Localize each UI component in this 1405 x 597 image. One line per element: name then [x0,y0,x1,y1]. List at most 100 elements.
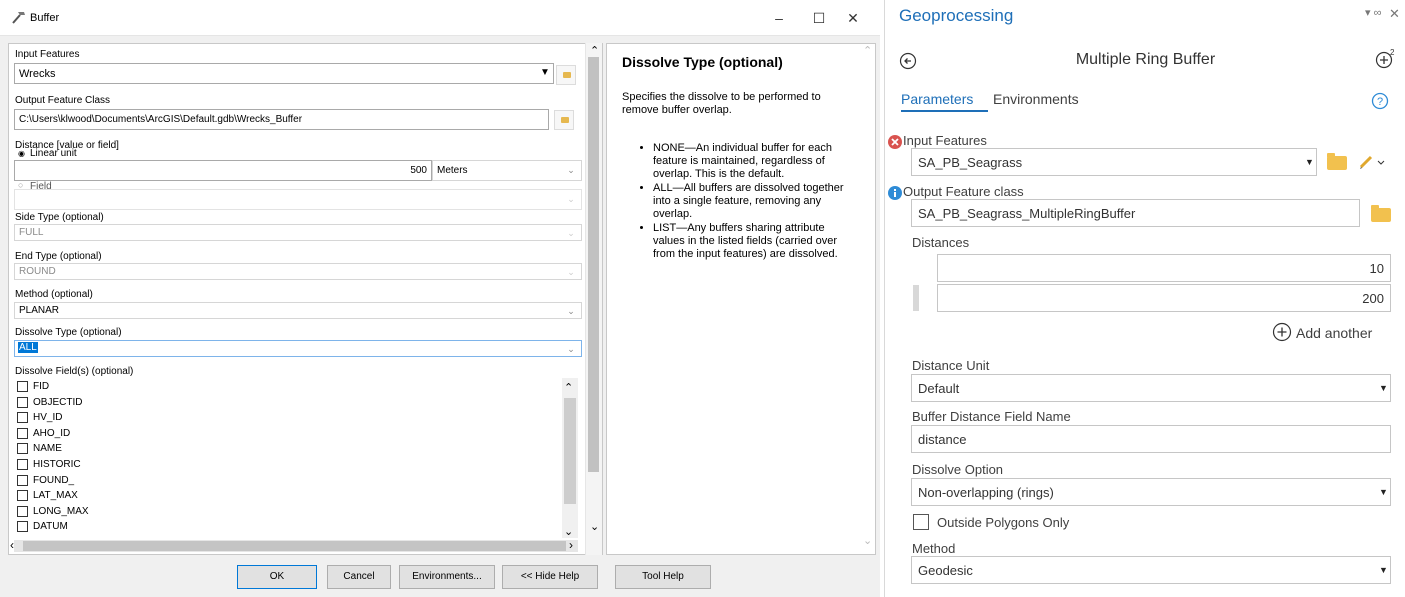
buffer-distance-field-label: Buffer Distance Field Name [912,409,1071,424]
add-tool-icon[interactable]: 2 [1374,48,1396,70]
tab-environments[interactable]: Environments [993,91,1079,107]
side-type-label: Side Type (optional) [15,212,104,223]
radio-selected-icon[interactable]: ◉ [18,149,25,158]
distances-label: Distances [912,235,970,250]
help-title: Dissolve Type (optional) [622,54,783,70]
svg-text:?: ? [1377,96,1383,108]
cancel-button[interactable]: Cancel [327,565,391,589]
distance-unit-label: Distance Unit [912,358,990,373]
pane-title: Geoprocessing [899,6,1014,25]
chevron-down-icon: ⌄ [567,267,575,277]
chevron-down-icon[interactable]: ▼ [1379,487,1388,497]
buffer-dialog: Buffer – ☐ ✕ Input Features Wrecks ▼ Out… [0,0,880,597]
folder-browse-icon[interactable] [554,110,574,130]
method-label: Method (optional) [15,289,93,300]
chevron-down-icon[interactable]: ⌄ [564,163,578,177]
side-type-select[interactable]: FULL [14,224,582,241]
scroll-up-icon[interactable]: ⌃ [590,44,599,57]
scroll-left-icon[interactable]: ‹ [10,538,14,552]
chevron-down-icon[interactable]: ⌄ [564,342,578,356]
dissolve-field-label: HISTORIC [33,459,81,470]
help-icon[interactable]: ? [1371,92,1389,110]
input-features-select[interactable]: Wrecks [14,63,554,84]
scroll-up-icon[interactable]: ⌃ [564,381,573,394]
drag-handle[interactable] [913,285,919,311]
distance-value-input[interactable]: 10 [937,254,1391,282]
chevron-down-icon[interactable]: ▼ [538,66,552,80]
output-feature-class-input[interactable]: SA_PB_Seagrass_MultipleRingBuffer [911,199,1360,227]
distance-unit-select[interactable]: Default [911,374,1391,402]
tool-help-button[interactable]: Tool Help [615,565,711,589]
end-type-label: End Type (optional) [15,251,102,262]
dissolve-type-select[interactable]: ALL [14,340,582,357]
dissolve-type-label: Dissolve Type (optional) [15,327,122,338]
chevron-down-icon[interactable]: ▼ [1305,157,1314,167]
add-icon[interactable] [1272,322,1292,342]
close-button[interactable]: ✕ [838,6,868,30]
dissolve-field-label: AHO_ID [33,427,71,439]
method-label: Method [912,541,956,556]
dissolve-option-select[interactable]: Non-overlapping (rings) [911,478,1391,506]
chevron-down-icon[interactable]: ▼ [1379,565,1388,575]
outside-polygons-label: Outside Polygons Only [937,515,1070,530]
method-select[interactable]: Geodesic [911,556,1391,584]
distance-value-input[interactable]: 200 [937,284,1391,312]
selected-value: ALL [18,342,38,353]
dissolve-option-label: Dissolve Option [912,462,1004,477]
chevron-down-icon[interactable]: ⌄ [564,304,578,318]
buffer-distance-field-input[interactable]: distance [911,425,1391,453]
pencil-sketch-icon[interactable] [1358,152,1386,170]
help-bullet-list: NONE—An individual buffer for each featu… [637,142,849,261]
folder-browse-icon[interactable] [556,65,576,85]
dissolve-field-label: FOUND_ [33,474,75,486]
output-feature-class-label: Output Feature class [903,184,1024,199]
dissolve-field-label: HV_ID [33,412,63,424]
tool-title: Multiple Ring Buffer [1075,51,1216,68]
add-another-link[interactable]: Add another [1296,325,1372,341]
chevron-down-icon[interactable]: ▼ [1379,383,1388,393]
error-icon [888,135,902,149]
horizontal-scrollbar-thumb[interactable] [23,541,566,551]
distance-value-input[interactable]: 500 [14,160,432,181]
distance-field-select[interactable] [14,189,582,210]
input-features-label: Input Features [903,133,987,148]
minimize-button[interactable]: – [764,6,794,30]
folder-browse-icon[interactable] [1327,153,1347,170]
parameters-scrollbar-thumb[interactable] [588,57,599,472]
hammer-icon [12,12,25,24]
pane-options-icon[interactable]: ▾ ∞ [1365,6,1381,19]
buffer-titlebar: Buffer – ☐ ✕ [0,0,880,36]
maximize-button[interactable]: ☐ [804,6,834,30]
help-bullet: NONE—An individual buffer for each featu… [653,142,849,181]
output-feature-class-label: Output Feature Class [15,95,111,106]
scroll-down-icon[interactable]: ⌄ [590,520,599,533]
dissolve-field-label: LONG_MAX [33,505,89,517]
input-features-select[interactable]: SA_PB_Seagrass [911,148,1317,176]
ok-button[interactable]: OK [237,565,317,589]
dissolve-field-label: OBJECTID [33,396,83,408]
list-scrollbar-thumb[interactable] [564,398,576,504]
distance-unit-select[interactable]: Meters [432,160,582,181]
scroll-down-icon[interactable]: ⌄ [863,534,872,547]
output-feature-class-input[interactable]: C:\Users\klwood\Documents\ArcGIS\Default… [14,109,549,130]
help-bullet: ALL—All buffers are dissolved together i… [653,182,849,221]
end-type-select[interactable]: ROUND [14,263,582,280]
scroll-up-icon[interactable]: ⌃ [863,44,872,57]
tab-parameters[interactable]: Parameters [901,91,973,107]
dissolve-fields-label: Dissolve Field(s) (optional) [15,366,134,377]
hide-help-button[interactable]: << Hide Help [502,565,598,589]
environments-button[interactable]: Environments... [399,565,495,589]
scroll-down-icon[interactable]: ⌄ [564,525,573,538]
help-intro: Specifies the dissolve to be performed t… [622,91,821,116]
info-icon [888,186,902,200]
dissolve-field-label: NAME [33,443,62,455]
help-panel: Dissolve Type (optional) Specifies the d… [606,43,876,555]
dissolve-field-label: DATUM [33,521,68,533]
outside-polygons-checkbox[interactable] [913,514,929,530]
scroll-right-icon[interactable]: › [569,538,573,552]
dialog-title: Buffer [30,12,60,24]
method-select[interactable]: PLANAR [14,302,582,319]
folder-browse-icon[interactable] [1371,205,1391,222]
dissolve-fields-list [15,377,582,539]
close-pane-icon[interactable]: ✕ [1389,6,1400,22]
